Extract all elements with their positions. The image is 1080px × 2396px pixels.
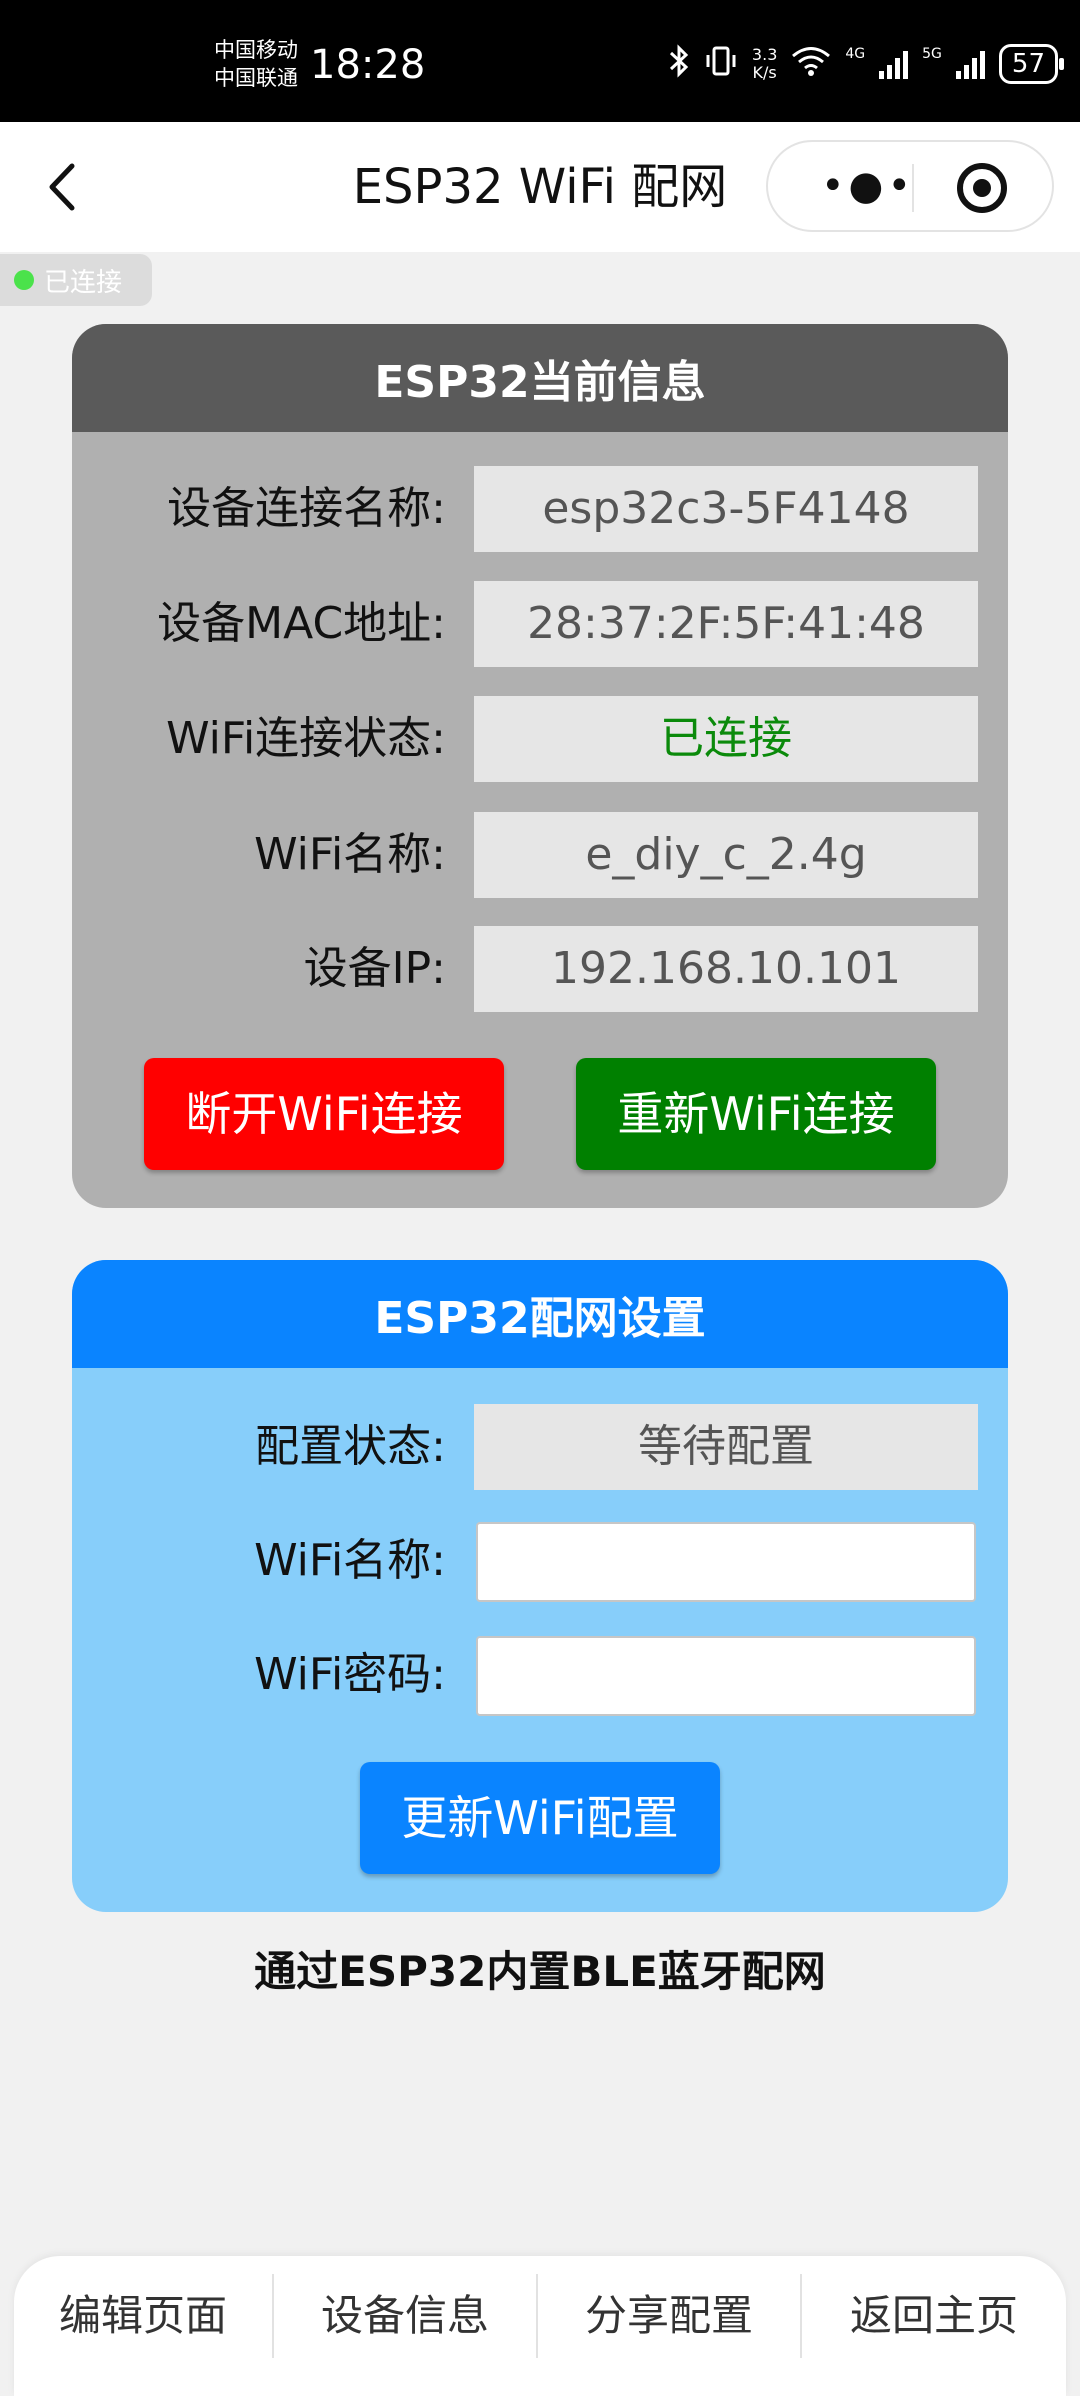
- battery-icon: 57: [998, 44, 1065, 84]
- config-row-password: WiFi密码:: [72, 1632, 1008, 1718]
- menu-capsule: •●•: [766, 140, 1054, 232]
- ssid-input[interactable]: [476, 1522, 976, 1602]
- info-value: 已连接: [474, 696, 978, 782]
- info-label: 设备MAC地址:: [157, 598, 446, 649]
- tab-share-config[interactable]: 分享配置: [538, 2256, 800, 2376]
- info-row-wifi-name: WiFi名称: e_diy_c_2.4g: [72, 812, 1008, 898]
- password-label: WiFi密码:: [254, 1649, 446, 1700]
- status-time: 18:28: [310, 42, 426, 88]
- config-status-label: 配置状态:: [255, 1421, 446, 1472]
- target-icon[interactable]: [956, 162, 1008, 214]
- tab-home[interactable]: 返回主页: [802, 2256, 1066, 2376]
- status-bar: 中国移动 中国联通 18:28 3.3 K/s 4G 5G 57: [0, 0, 1080, 122]
- capsule-divider: [912, 164, 914, 212]
- info-row-mac: 设备MAC地址: 28:37:2F:5F:41:48: [72, 581, 1008, 667]
- info-row-wifi-status: WiFi连接状态: 已连接: [72, 696, 1008, 782]
- info-label: WiFi名称:: [254, 829, 446, 880]
- carrier-1: 中国移动: [214, 38, 298, 62]
- config-status-value: 等待配置: [474, 1404, 978, 1490]
- carrier-info: 中国移动 中国联通: [214, 36, 298, 92]
- bottom-tab-bar: 编辑页面 设备信息 分享配置 返回主页: [14, 2256, 1066, 2396]
- speed-value: 3.3: [751, 45, 778, 64]
- tab-edit-page[interactable]: 编辑页面: [14, 2256, 272, 2376]
- device-info-card: ESP32当前信息 设备连接名称: esp32c3-5F4148 设备MAC地址…: [72, 324, 1008, 1208]
- signal-icon-2: [955, 49, 985, 79]
- ble-provisioning-note: 通过ESP32内置BLE蓝牙配网: [254, 1947, 826, 1996]
- info-value: e_diy_c_2.4g: [474, 812, 978, 898]
- info-row-device-name: 设备连接名称: esp32c3-5F4148: [72, 466, 1008, 552]
- update-wifi-config-button[interactable]: 更新WiFi配置: [360, 1762, 720, 1874]
- reconnect-wifi-button[interactable]: 重新WiFi连接: [576, 1058, 936, 1170]
- info-row-ip: 设备IP: 192.168.10.101: [72, 926, 1008, 1012]
- more-dots-icon[interactable]: •●•: [808, 166, 928, 208]
- info-value: 28:37:2F:5F:41:48: [474, 581, 978, 667]
- status-dot-icon: [14, 270, 34, 290]
- bluetooth-icon: [668, 44, 690, 84]
- nav-bar: ESP32 WiFi 配网 •●•: [0, 122, 1080, 252]
- wifi-icon: [791, 45, 831, 83]
- config-row-status: 配置状态: 等待配置: [72, 1404, 1008, 1490]
- connection-status-badge: 已连接: [0, 254, 152, 306]
- disconnect-wifi-button[interactable]: 断开WiFi连接: [144, 1058, 504, 1170]
- connection-status-label: 已连接: [44, 267, 123, 298]
- info-value: esp32c3-5F4148: [474, 466, 978, 552]
- carrier-2: 中国联通: [214, 66, 298, 90]
- tab-device-info[interactable]: 设备信息: [274, 2256, 536, 2376]
- wifi-config-card: ESP32配网设置 配置状态: 等待配置 WiFi名称: WiFi密码: 更新W…: [72, 1260, 1008, 1912]
- speed-unit: K/s: [752, 63, 777, 82]
- signal-icon-1: [879, 49, 909, 79]
- ssid-label: WiFi名称:: [254, 1535, 446, 1586]
- config-row-ssid: WiFi名称:: [72, 1518, 1008, 1604]
- network-speed: 3.3 K/s: [752, 46, 777, 82]
- device-info-title: ESP32当前信息: [72, 324, 1008, 432]
- info-label: 设备IP:: [303, 943, 446, 994]
- password-input[interactable]: [476, 1636, 976, 1716]
- network-type-2: 5G: [922, 46, 942, 62]
- status-icons: 3.3 K/s 4G 5G 57: [668, 44, 1065, 84]
- vibrate-icon: [704, 44, 738, 84]
- info-label: 设备连接名称:: [167, 483, 446, 534]
- network-type-1: 4G: [845, 46, 866, 62]
- info-value: 192.168.10.101: [474, 926, 978, 1012]
- wifi-config-title: ESP32配网设置: [72, 1260, 1008, 1368]
- info-label: WiFi连接状态:: [166, 713, 446, 764]
